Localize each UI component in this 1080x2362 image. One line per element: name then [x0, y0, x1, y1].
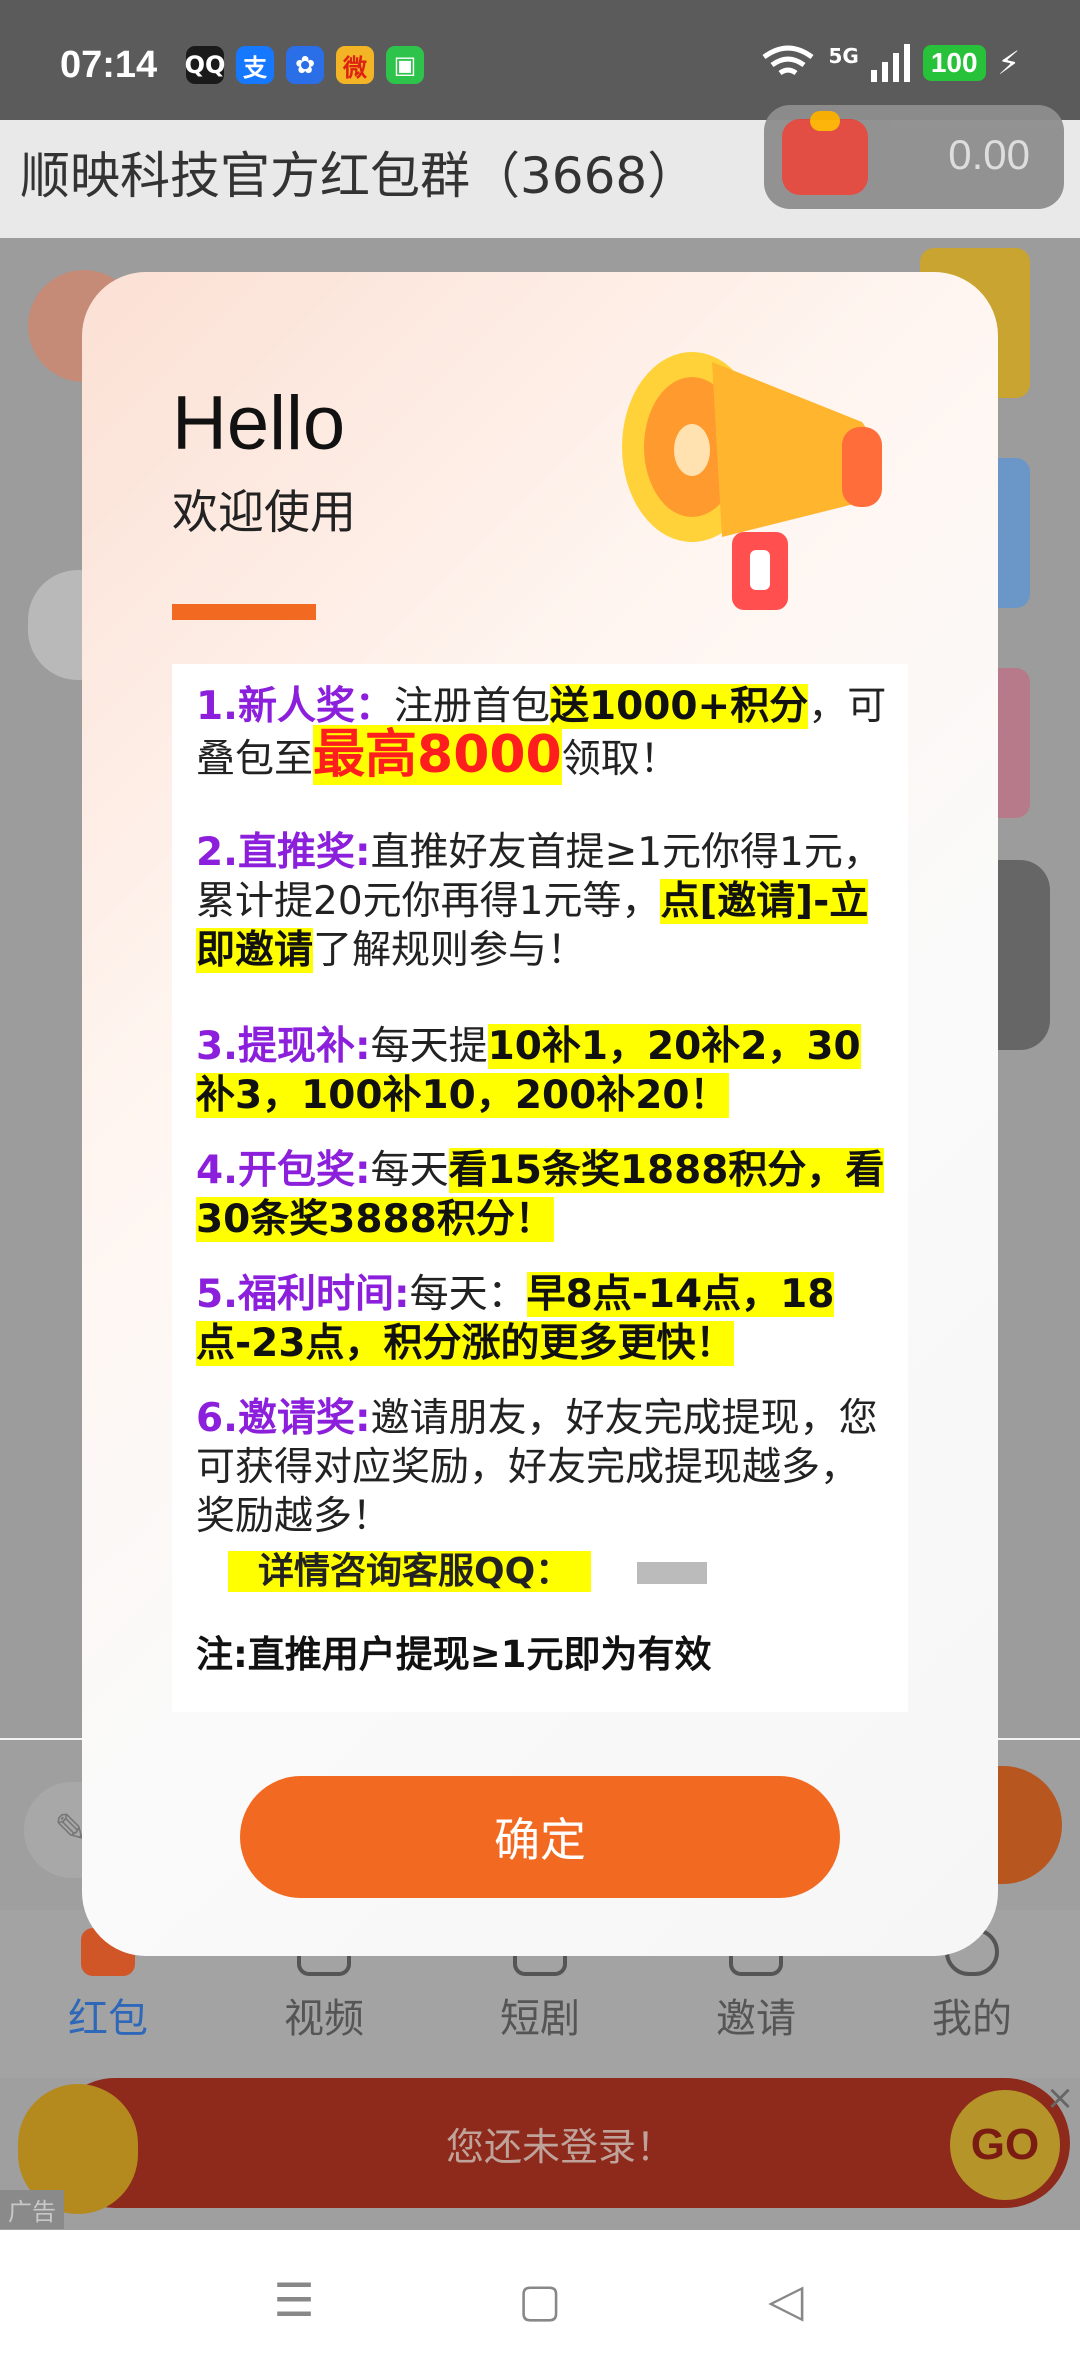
status-bar: 07:14 QQ 支 ✿ 微 ▣ 5G 100 ⚡: [0, 0, 1080, 120]
rule-text: 领取！: [561, 737, 679, 782]
rules-card: 1.新人奖：注册首包送1000+积分，可叠包至最高8000领取！ 2.直推奖:直…: [172, 664, 908, 1712]
tab-label: 红包: [68, 1996, 148, 2042]
qq-notification-icon: QQ: [185, 46, 225, 84]
rule-item-withdraw-bonus: 3.提现补:每天提10补1，20补2，30补3，100补10，200补20！: [196, 1022, 896, 1120]
qq-label: 详情咨询客服QQ：: [228, 1551, 592, 1592]
ad-banner[interactable]: 您还未登录！ GO × 广告: [0, 2078, 1080, 2230]
wifi-icon: [762, 45, 814, 76]
rule-key: 5.福利时间:: [196, 1272, 410, 1317]
charging-icon: ⚡: [997, 44, 1020, 82]
menu-icon[interactable]: ☰: [264, 2270, 324, 2330]
rule-key: 3.提现补:: [196, 1024, 371, 1069]
ad-band: 您还未登录！: [50, 2078, 1070, 2208]
rule-text: 每天提: [370, 1024, 488, 1069]
rule-highlight: 送1000+积分: [549, 684, 809, 729]
rule-text: 每天: [370, 1148, 449, 1193]
network-type: 5G: [828, 44, 859, 68]
rule-item-new-user: 1.新人奖：注册首包送1000+积分，可叠包至最高8000领取！: [196, 682, 896, 785]
rule-big-highlight: 最高8000: [313, 725, 562, 785]
ad-label: 广告: [0, 2190, 64, 2229]
status-time: 07:14: [60, 44, 158, 86]
back-icon[interactable]: ◁: [756, 2270, 816, 2330]
welcome-dialog: Hello 欢迎使用 1.新人奖：注册首包送1000+积分，可叠包至最高8000…: [82, 272, 998, 1956]
dialog-welcome: 欢迎使用: [172, 485, 356, 539]
green-app-notification-icon: ▣: [386, 46, 424, 84]
alipay-notification-icon: 支: [236, 46, 274, 84]
rule-key: 1.新人奖：: [196, 684, 394, 729]
battery-level: 100: [922, 45, 986, 81]
rule-item-invite: 6.邀请奖:邀请朋友，好友完成提现，您可获得对应奖励，好友完成提现越多，奖励越多…: [196, 1394, 896, 1541]
red-packet-gift-icon: [782, 111, 868, 195]
status-indicators: 5G 100 ⚡: [760, 44, 1020, 82]
rule-key: 2.直推奖:: [196, 830, 371, 875]
accent-line: [172, 604, 316, 620]
confirm-button[interactable]: 确定: [240, 1776, 840, 1898]
rule-key: 4.开包奖:: [196, 1148, 371, 1193]
customer-service-qq: 详情咨询客服QQ：: [228, 1542, 868, 1602]
weibo-notification-icon: 微: [336, 46, 374, 84]
notification-icons: QQ 支 ✿ 微 ▣: [185, 46, 424, 84]
rule-item-direct-referral: 2.直推奖:直推好友首提≥1元你得1元，累计提20元你再得1元等，点[邀请]-立…: [196, 828, 896, 975]
balance-amount: 0.00: [948, 131, 1030, 178]
tab-label: 邀请: [716, 1996, 796, 2042]
tab-label: 我的: [932, 1996, 1012, 2042]
megaphone-icon: [622, 352, 882, 610]
rule-item-welfare-time: 5.福利时间:每天：早8点-14点，18点-23点，积分涨的更多更快！: [196, 1270, 896, 1368]
tab-label: 视频: [284, 1996, 364, 2042]
rule-text: 每天：: [409, 1272, 527, 1317]
close-icon[interactable]: ×: [1040, 2078, 1080, 2118]
ad-text: 您还未登录！: [445, 2125, 674, 2169]
qq-number-redacted: [637, 1562, 708, 1584]
rule-text: 注册首包: [393, 684, 550, 729]
system-nav-bar: ☰ ▢ ◁: [0, 2230, 1080, 2362]
rules-note: 注:直推用户提现≥1元即为有效: [196, 1633, 712, 1676]
home-icon[interactable]: ▢: [510, 2270, 570, 2330]
rule-text: 了解规则参与！: [313, 928, 587, 973]
fan-app-notification-icon: ✿: [286, 46, 324, 84]
group-title: 顺映科技官方红包群（3668）: [20, 147, 698, 205]
tab-label: 短剧: [500, 1996, 580, 2042]
rule-item-open-packet: 4.开包奖:每天看15条奖1888积分，看30条奖3888积分！: [196, 1146, 896, 1244]
balance-pill[interactable]: 0.00: [764, 105, 1064, 209]
signal-icon: [870, 44, 910, 82]
rule-key: 6.邀请奖:: [196, 1396, 371, 1441]
dialog-hello: Hello: [172, 381, 346, 466]
